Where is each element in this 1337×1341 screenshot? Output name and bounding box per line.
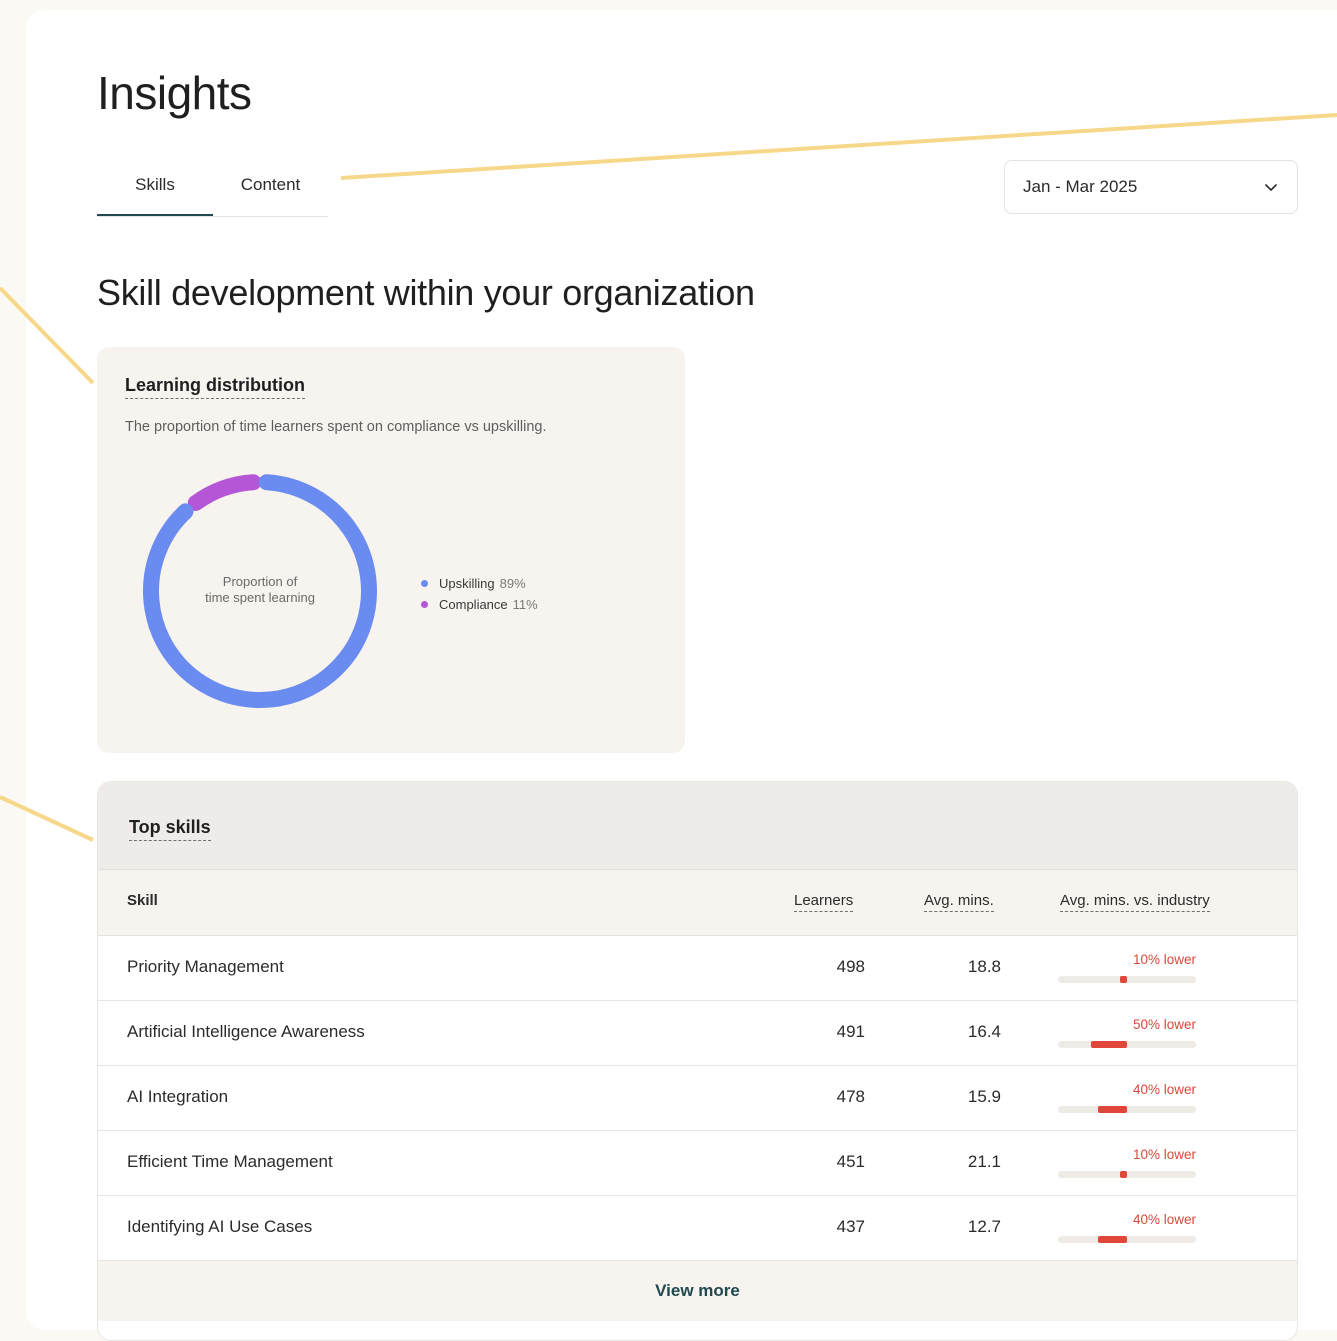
learning-distribution-card: Learning distribution The proportion of … — [97, 347, 685, 753]
learners-count: 437 — [836, 1217, 865, 1236]
legend-value: 89% — [499, 576, 526, 591]
legend-item-upskilling: Upskilling 89% — [421, 573, 538, 594]
avg-mins: 12.7 — [967, 1217, 1001, 1236]
avg-mins: 18.8 — [967, 957, 1001, 976]
chart-legend: Upskilling 89% Compliance 11% — [421, 573, 538, 615]
tab-content[interactable]: Content — [213, 170, 328, 216]
table-header: Skill Learners Avg. mins. Avg. mins. vs.… — [98, 870, 1297, 936]
legend-label: Upskilling — [439, 576, 495, 591]
legend-dot-icon — [421, 580, 428, 587]
avg-mins: 15.9 — [967, 1087, 1001, 1106]
column-header-learners[interactable]: Learners — [794, 892, 854, 912]
industry-comparison-bar — [1058, 1106, 1196, 1113]
industry-comparison-bar — [1058, 976, 1196, 983]
comparison-bar-fill — [1119, 976, 1127, 983]
legend-label: Compliance — [439, 597, 508, 612]
legend-dot-icon — [421, 601, 428, 608]
donut-chart — [143, 474, 377, 708]
learners-count: 478 — [836, 1087, 865, 1106]
chevron-down-icon — [1265, 184, 1277, 191]
section-title: Skill development within your organizati… — [97, 272, 755, 313]
donut-center-label-line2: time spent learning — [205, 590, 315, 605]
donut-slice-compliance[interactable] — [187, 474, 262, 511]
legend-value: 11% — [512, 597, 538, 612]
donut-center-label-line1: Proportion of — [222, 574, 298, 589]
skill-name: Efficient Time Management — [127, 1152, 333, 1171]
legend-item-compliance: Compliance 11% — [421, 594, 538, 615]
top-skills-header: Top skills — [98, 782, 1297, 870]
industry-comparison-bar — [1058, 1236, 1196, 1243]
industry-comparison-label: 10% lower — [1132, 952, 1196, 967]
date-range-select[interactable]: Jan - Mar 2025 — [1004, 160, 1298, 214]
skill-name: AI Integration — [127, 1087, 229, 1106]
avg-mins: 16.4 — [967, 1022, 1001, 1041]
page-title: Insights — [97, 67, 252, 119]
column-header-vs-industry[interactable]: Avg. mins. vs. industry — [1060, 892, 1210, 912]
industry-comparison-label: 50% lower — [1132, 1017, 1196, 1032]
column-header-skill: Skill — [127, 892, 158, 909]
date-range-value: Jan - Mar 2025 — [1023, 177, 1138, 196]
learners-count: 498 — [836, 957, 865, 976]
industry-comparison-label: 40% lower — [1132, 1212, 1196, 1227]
skill-name: Artificial Intelligence Awareness — [127, 1022, 365, 1041]
table-row: Priority Management 498 18.8 10% lower — [98, 936, 1297, 1001]
comparison-bar-fill — [1098, 1236, 1127, 1243]
table-row: Efficient Time Management 451 21.1 10% l… — [98, 1131, 1297, 1196]
comparison-bar-fill — [1091, 1041, 1127, 1048]
comparison-bar-fill — [1119, 1171, 1127, 1178]
tab-skills[interactable]: Skills — [97, 170, 213, 216]
skill-name: Priority Management — [127, 957, 284, 976]
top-skills-title[interactable]: Top skills — [129, 817, 211, 841]
avg-mins: 21.1 — [967, 1152, 1001, 1171]
industry-comparison-label: 10% lower — [1132, 1147, 1196, 1162]
tab-bar: Skills Content — [97, 170, 328, 217]
view-more-button[interactable]: View more — [98, 1261, 1297, 1321]
industry-comparison-bar — [1058, 1041, 1196, 1048]
table-row: Identifying AI Use Cases 437 12.7 40% lo… — [98, 1196, 1297, 1261]
learners-count: 491 — [836, 1022, 865, 1041]
learners-count: 451 — [836, 1152, 865, 1171]
top-skills-card: Top skills Skill Learners Avg. mins. Avg… — [97, 781, 1298, 1341]
table-row: Artificial Intelligence Awareness 491 16… — [98, 1001, 1297, 1066]
industry-comparison-label: 40% lower — [1132, 1082, 1196, 1097]
industry-comparison-bar — [1058, 1171, 1196, 1178]
table-row: AI Integration 478 15.9 40% lower — [98, 1066, 1297, 1131]
column-header-avg-mins[interactable]: Avg. mins. — [924, 892, 994, 912]
skill-name: Identifying AI Use Cases — [127, 1217, 313, 1236]
donut-center-label: Proportion of time spent learning — [175, 574, 345, 606]
comparison-bar-fill — [1098, 1106, 1127, 1113]
insights-panel: Insights Skills Content Jan - Mar 2025 S… — [26, 10, 1337, 1341]
